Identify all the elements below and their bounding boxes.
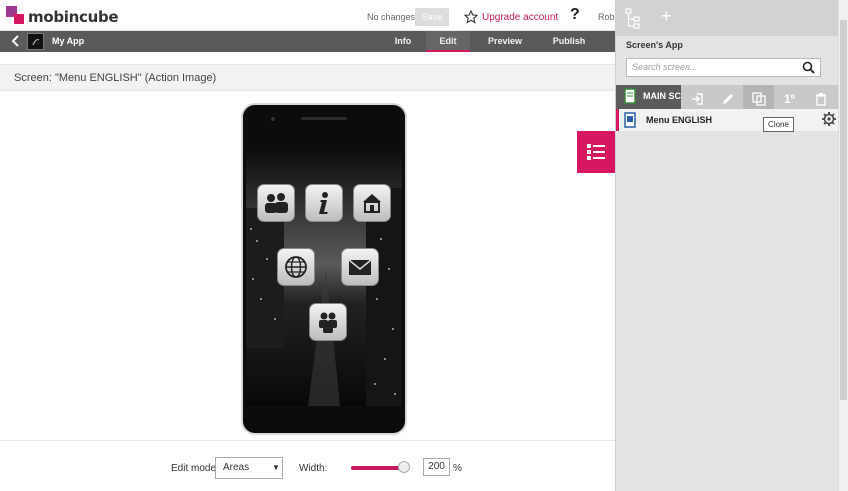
clone-button[interactable] [743,85,774,112]
tab-preview[interactable]: Preview [480,31,530,52]
main-screen-label: MAIN SCREEN [643,91,681,101]
tab-edit[interactable]: Edit [426,31,470,52]
screen-header: Screen: "Menu ENGLISH" (Action Image) [0,64,615,91]
globe-icon [285,256,307,278]
community-button[interactable] [309,303,347,341]
app-nav-bar: My App Info Edit Preview Publish [0,31,615,52]
screen-title: Screen: "Menu ENGLISH" (Action Image) [14,72,217,84]
map-house-icon [363,194,381,213]
tab-publish[interactable]: Publish [545,31,593,52]
scrollbar-thumb[interactable] [840,20,847,400]
image-screen-icon [624,112,636,128]
list-icon [587,144,605,160]
group-icon [319,312,337,333]
star-icon [464,10,478,24]
logo-text[interactable]: mobincube [28,8,119,26]
panel-title: Screen's App [626,40,683,50]
save-button[interactable]: Save [415,8,449,26]
add-screen-button[interactable]: + [661,6,672,27]
app-logo-icon [32,38,40,46]
info-button[interactable] [305,184,343,222]
chevron-down-icon: ▼ [272,463,280,472]
exit-button[interactable] [681,85,712,112]
panel-toolbar: + [616,0,839,36]
screens-panel: + Screen's App Search screen... MAIN SCR… [615,0,839,491]
width-slider-handle[interactable] [398,461,410,473]
web-button[interactable] [277,248,315,286]
width-label: Width: [299,463,328,474]
sitemap-icon[interactable] [624,8,642,30]
speaker-grille [301,117,347,120]
width-unit: % [453,463,462,474]
tab-info[interactable]: Info [385,31,421,52]
clone-tooltip: Clone [763,117,794,132]
screen-list-item[interactable]: Menu ENGLISH [616,109,839,131]
trash-icon [815,92,826,106]
people-button[interactable] [257,184,295,222]
envelope-icon [348,259,372,275]
back-arrow-icon[interactable] [9,33,23,49]
edit-mode-bar: Edit mode: Areas ▼ Width: 200 % [0,440,615,491]
width-input[interactable]: 200 [423,458,450,476]
screen-name: Menu ENGLISH [646,115,713,125]
screen-list-toggle-button[interactable] [577,131,615,173]
save-status: No changes [367,12,416,22]
info-icon [319,192,328,214]
app-name: My App [52,36,85,46]
user-menu[interactable]: Robe [598,12,615,22]
delete-button[interactable] [805,85,836,112]
gear-icon[interactable] [821,111,837,127]
document-icon [624,88,636,104]
width-slider[interactable] [351,466,404,470]
app-thumbnail[interactable] [27,33,44,50]
search-screen-input[interactable]: Search screen... [626,58,821,77]
top-bar: mobincube No changes Save Upgrade accoun… [0,0,615,31]
help-button[interactable]: ? [570,6,580,24]
location-button[interactable] [353,184,391,222]
page-scrollbar[interactable] [838,0,848,491]
screen-action-toolbar: 1º [681,85,839,112]
exit-icon [691,92,703,105]
edit-mode-label: Edit mode: [171,463,219,474]
set-first-screen-button[interactable]: 1º [774,85,805,112]
edit-mode-value: Areas [223,462,250,473]
pencil-icon [722,93,733,104]
search-icon[interactable] [802,61,815,74]
first-icon: 1º [783,91,796,106]
camera-dot [271,117,275,121]
people-icon [265,193,288,213]
phone-preview [238,103,410,437]
app-screen-canvas[interactable] [246,148,402,406]
upgrade-account-link[interactable]: Upgrade account [464,9,558,25]
clone-icon [751,91,766,106]
rename-button[interactable] [712,85,743,112]
upgrade-account-label: Upgrade account [482,11,559,23]
mobincube-logo-icon[interactable] [6,6,24,24]
mail-button[interactable] [341,248,379,286]
